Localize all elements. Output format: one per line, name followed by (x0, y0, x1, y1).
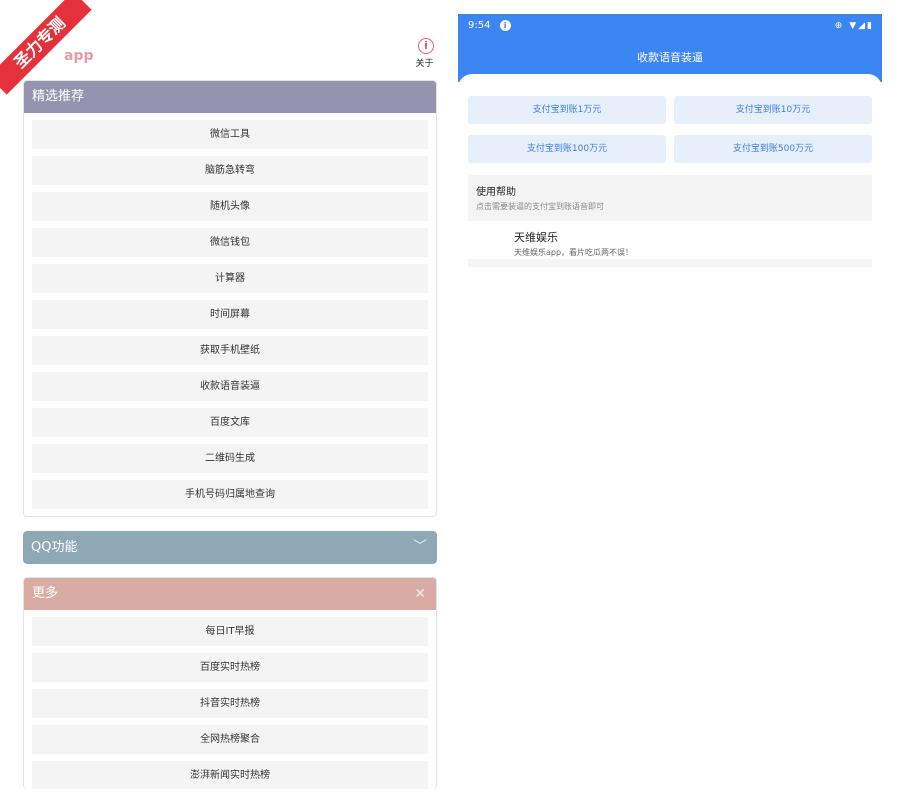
list-item-phone-location[interactable]: 手机号码归属地查询 (32, 480, 428, 509)
card-header-featured[interactable]: 精选推荐 (24, 81, 436, 113)
notification-info-icon: i (499, 19, 511, 31)
voice-content: 支付宝到账1万元 支付宝到账10万元 支付宝到账100万元 支付宝到账500万元… (458, 82, 882, 267)
card-qq: QQ功能 ﹀ (23, 531, 437, 564)
pay-5m-button[interactable]: 支付宝到账500万元 (674, 135, 872, 163)
pay-1m-button[interactable]: 支付宝到账100万元 (468, 135, 666, 163)
card-more: 更多 ✕ 每日IT早报 百度实时热榜 抖音实时热榜 全网热榜聚合 澎湃新闻实时热… (23, 577, 437, 789)
list-item-douyin-hot[interactable]: 抖音实时热榜 (32, 689, 428, 718)
card-header-qq[interactable]: QQ功能 ﹀ (23, 531, 437, 564)
close-icon[interactable]: ✕ (414, 578, 426, 610)
promo-title: 天维娱乐 (514, 231, 558, 244)
list-item-wechat-tools[interactable]: 微信工具 (32, 120, 428, 149)
status-bar: 9:54 i ⊕ ▼◢▮ (458, 14, 882, 38)
status-time: 9:54 (468, 20, 491, 31)
promo-subtitle: 天维娱乐app，看片吃瓜两不误！ (514, 248, 634, 257)
pay-100k-button[interactable]: 支付宝到账10万元 (674, 96, 872, 124)
help-subtitle: 点击需要装逼的支付宝到账语音即可 (476, 202, 604, 211)
list-item-riddles[interactable]: 脑筋急转弯 (32, 156, 428, 185)
pay-10k-button[interactable]: 支付宝到账1万元 (468, 96, 666, 124)
toolbar: 收款语音装逼 (458, 38, 882, 88)
toolbar-title: 收款语音装逼 (637, 51, 703, 64)
list-item-wechat-wallet[interactable]: 微信钱包 (32, 228, 428, 257)
list-item-it-news[interactable]: 每日IT早报 (32, 617, 428, 646)
toolbar-curve (458, 74, 882, 88)
card-title: QQ功能 (31, 540, 78, 555)
card-featured: 精选推荐 微信工具 脑筋急转弯 随机头像 微信钱包 计算器 时间屏幕 获取手机壁… (23, 80, 437, 517)
app-title: app (64, 48, 94, 64)
list-item-payment-voice[interactable]: 收款语音装逼 (32, 372, 428, 401)
list-item-calculator[interactable]: 计算器 (32, 264, 428, 293)
list-item-baidu-wenku[interactable]: 百度文库 (32, 408, 428, 437)
list-item-baidu-hot[interactable]: 百度实时热榜 (32, 653, 428, 682)
more-list: 每日IT早报 百度实时热榜 抖音实时热榜 全网热榜聚合 澎湃新闻实时热榜 (24, 610, 436, 789)
featured-list: 微信工具 脑筋急转弯 随机头像 微信钱包 计算器 时间屏幕 获取手机壁纸 收款语… (24, 113, 436, 516)
list-item-qrcode[interactable]: 二维码生成 (32, 444, 428, 473)
card-title: 精选推荐 (32, 89, 85, 104)
about-label: 关于 (415, 59, 434, 69)
list-item-thepaper-hot[interactable]: 澎湃新闻实时热榜 (32, 761, 428, 789)
list-item-random-avatar[interactable]: 随机头像 (32, 192, 428, 221)
info-icon: i (418, 38, 434, 54)
card-title: 更多 (32, 586, 59, 601)
chevron-down-icon[interactable]: ﹀ (413, 531, 427, 564)
left-screen: 圣力专测 app i 关于 精选推荐 微信工具 脑筋急转弯 随机头像 微信钱包 … (0, 0, 450, 800)
list-item-hot-aggregate[interactable]: 全网热榜聚合 (32, 725, 428, 754)
help-title: 使用帮助 (476, 187, 516, 198)
status-icons: ⊕ ▼◢▮ (834, 21, 874, 31)
card-header-more[interactable]: 更多 ✕ (24, 578, 436, 610)
list-item-time-screen[interactable]: 时间屏幕 (32, 300, 428, 329)
list-item-wallpaper[interactable]: 获取手机壁纸 (32, 336, 428, 365)
screenshot-canvas: 圣力专测 app i 关于 精选推荐 微信工具 脑筋急转弯 随机头像 微信钱包 … (0, 0, 900, 800)
promo-item[interactable]: 天维娱乐 天维娱乐app，看片吃瓜两不误！ (468, 221, 872, 267)
right-screen: 9:54 i ⊕ ▼◢▮ 收款语音装逼 支付宝到账1万元 支付宝到账10万元 支… (458, 14, 882, 284)
voice-button-grid: 支付宝到账1万元 支付宝到账10万元 支付宝到账100万元 支付宝到账500万元 (468, 96, 872, 163)
help-section: 使用帮助 点击需要装逼的支付宝到账语音即可 (468, 175, 872, 221)
about-button[interactable]: i 关于 (414, 38, 438, 69)
